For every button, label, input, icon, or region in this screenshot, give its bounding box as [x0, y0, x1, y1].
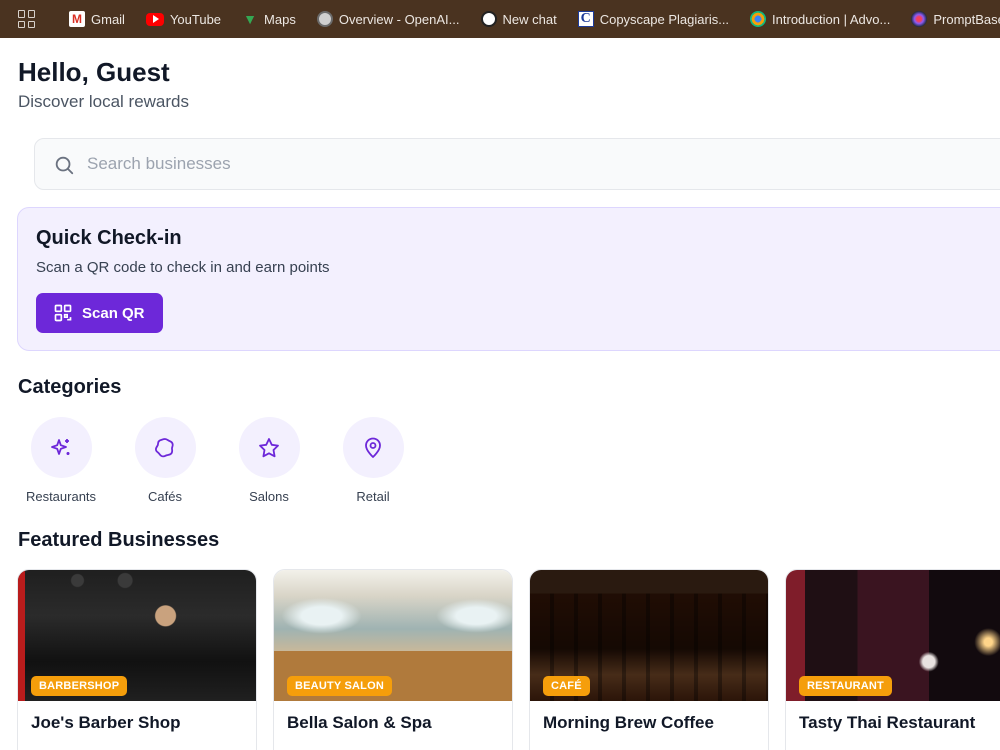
business-photo: RESTAURANT [786, 570, 1000, 701]
category-cafes[interactable]: Cafés [113, 417, 217, 504]
business-card-tasty-thai-restaurant[interactable]: RESTAURANT Tasty Thai Restaurant [785, 569, 1000, 750]
star-icon [259, 437, 279, 457]
business-name: Joe's Barber Shop [31, 713, 181, 732]
business-card-bella-salon-spa[interactable]: BEAUTY SALON Bella Salon & Spa [273, 569, 513, 750]
bookmark-label: YouTube [169, 11, 222, 27]
business-photo: CAFÉ [530, 570, 768, 701]
checkin-description: Scan a QR code to check in and earn poin… [36, 259, 330, 276]
category-restaurants[interactable]: Restaurants [9, 417, 113, 504]
category-badge: BARBERSHOP [31, 676, 128, 696]
category-icon-circle [134, 417, 196, 478]
bookmark-introduction[interactable]: Introduction | Advo... [750, 11, 890, 27]
category-salons[interactable]: Salons [217, 417, 321, 504]
scan-qr-label: Scan QR [82, 304, 145, 322]
category-icon-circle [342, 417, 404, 478]
business-card-morning-brew-coffee[interactable]: CAFÉ Morning Brew Coffee [529, 569, 769, 750]
category-label: Retail [356, 489, 390, 504]
youtube-icon [145, 12, 164, 26]
bookmark-gmail[interactable]: M Gmail [69, 11, 125, 27]
bookmark-new-chat[interactable]: New chat [480, 11, 557, 27]
bookmark-label: Maps [264, 11, 296, 27]
category-badge: BEAUTY SALON [287, 676, 392, 696]
sparkles-icon [51, 438, 70, 455]
bookmark-label: PromptBase [933, 11, 1000, 27]
business-name: Morning Brew Coffee [543, 713, 714, 732]
bookmark-youtube[interactable]: YouTube [145, 11, 222, 27]
bookmark-maps[interactable]: ▼ Maps [242, 11, 296, 27]
page-title: Hello, Guest [18, 57, 170, 87]
bookmark-openai-overview[interactable]: Overview - OpenAI... [316, 11, 460, 27]
category-retail[interactable]: Retail [321, 417, 425, 504]
apps-grid-icon[interactable] [18, 10, 35, 28]
business-card-joes-barber-shop[interactable]: BARBERSHOP Joe's Barber Shop [17, 569, 257, 750]
gear-icon [750, 11, 767, 27]
scan-qr-button[interactable]: Scan QR [36, 293, 163, 333]
business-photo: BEAUTY SALON [274, 570, 512, 701]
bookmark-copyscape[interactable]: C Copyscape Plagiaris... [577, 11, 730, 27]
search-icon [55, 156, 74, 175]
search-bar [34, 138, 1000, 190]
copyscape-icon: C [577, 11, 594, 27]
circle-icon [154, 437, 174, 457]
category-badge: CAFÉ [543, 676, 590, 696]
globe-icon [316, 11, 333, 27]
category-badge: RESTAURANT [799, 676, 892, 696]
map-pin-icon [365, 437, 381, 458]
bookmark-label: Overview - OpenAI... [338, 11, 460, 27]
featured-title: Featured Businesses [18, 529, 220, 551]
category-label: Restaurants [25, 489, 97, 504]
category-icon-circle [238, 417, 300, 478]
bookmark-label: Gmail [91, 11, 125, 27]
bookmark-label: New chat [502, 11, 557, 27]
bookmark-label: Copyscape Plagiaris... [599, 11, 730, 27]
promptbase-icon [911, 11, 928, 27]
bookmarks-bar: M Gmail YouTube ▼ Maps Overview - OpenAI..… [0, 0, 1000, 38]
qr-code-icon [54, 304, 72, 322]
business-photo: BARBERSHOP [18, 570, 256, 701]
page-subtitle: Discover local rewards [18, 92, 189, 111]
category-icon-circle [30, 417, 92, 478]
gmail-icon: M [69, 11, 85, 27]
quick-checkin-card: Quick Check-in Scan a QR code to check i… [17, 207, 1000, 351]
bookmark-promptbase[interactable]: PromptBase [911, 11, 1000, 27]
categories-title: Categories [18, 376, 122, 398]
chatgpt-icon [480, 11, 497, 27]
category-label: Cafés [148, 489, 182, 504]
maps-icon: ▼ [243, 11, 257, 27]
search-input[interactable] [87, 154, 887, 174]
bookmark-label: Introduction | Advo... [772, 11, 891, 27]
business-name: Tasty Thai Restaurant [799, 713, 976, 732]
category-label: Salons [249, 489, 289, 504]
business-name: Bella Salon & Spa [287, 713, 432, 732]
checkin-title: Quick Check-in [36, 227, 182, 249]
